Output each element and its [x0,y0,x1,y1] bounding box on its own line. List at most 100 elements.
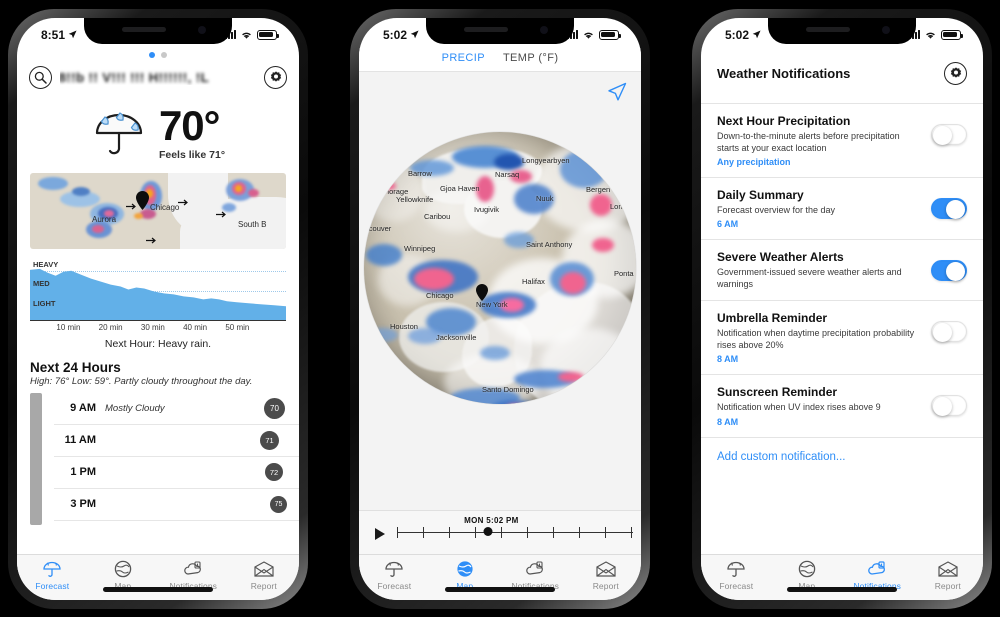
notch [768,17,916,44]
notification-meta[interactable]: Any precipitation [717,157,921,167]
city-label: Chicago [426,290,454,300]
feels-like-text: Feels like 71° [158,148,226,161]
notch [426,17,574,44]
wifi-icon [242,32,251,39]
tab-bar: Forecast Map Notifications Report [359,553,642,600]
time-scrubber[interactable]: MON 5:02 PM FRI SAT SUN MON TUE WED THU … [359,509,641,563]
cloud-alert-icon [866,559,888,579]
chart-band-label: MED [33,278,50,288]
next24-title: Next 24 Hours [30,359,121,375]
notification-row-severe-weather-alerts[interactable]: Severe Weather Alerts Government-issued … [701,238,983,300]
city-label: Ponta [614,268,634,278]
city-label: London [610,201,636,211]
notification-meta[interactable]: 8 AM [717,417,921,427]
gear-icon[interactable] [264,65,287,89]
page-dot-1[interactable] [149,51,155,58]
temperature-range-bar [30,392,42,525]
notification-description: Forecast overview for the day [717,204,836,215]
notification-row-umbrella-reminder[interactable]: Umbrella Reminder Notification when dayt… [701,300,983,374]
tab-forecast[interactable]: Forecast [359,559,430,591]
tab-temp[interactable]: TEMP (°F) [503,52,558,64]
speaker-icon [122,26,166,32]
speaker-icon [806,26,850,32]
list-item[interactable]: 1 PM 72 [54,457,299,489]
timeline-handle[interactable] [483,527,493,536]
tab-forecast[interactable]: Forecast [701,559,772,591]
city-label: Caribou [424,211,451,221]
list-item[interactable]: 9 AM Mostly Cloudy 70 [54,393,299,425]
notification-row-daily-summary[interactable]: Daily Summary Forecast overview for the … [701,176,983,239]
notification-title: Daily Summary [717,187,804,202]
hour-temp-badge: 72 [265,463,283,481]
city-label: Nuuk [536,193,554,203]
timeline-axis[interactable]: MON 5:02 PM FRI SAT SUN MON TUE WED THU … [397,516,641,563]
hour-condition: Mostly Cloudy [105,402,165,414]
map-layer-tabs: PRECIP TEMP (°F) [359,47,641,72]
notification-toggle[interactable] [931,123,967,145]
city-label: Bergen [586,184,611,194]
notification-toggle[interactable] [931,395,967,417]
tab-bar: Forecast Map Notifications Report [701,553,984,600]
notification-toggle[interactable] [931,197,967,219]
home-indicator [103,586,213,592]
tab-bar: Forecast Map Notifications Report [17,553,300,600]
tab-precip[interactable]: PRECIP [442,52,485,64]
notification-description: Notification when UV index rises above 9 [717,402,881,413]
tab-report[interactable]: Report [913,559,984,591]
notification-row-next-hour-precipitation[interactable]: Next Hour Precipitation Down-to-the-minu… [701,102,983,177]
hour-time: 3 PM [70,498,96,510]
notification-toggle[interactable] [931,321,967,343]
page-dot-2[interactable] [161,51,167,58]
status-time: 8:51 [41,27,66,42]
radar-minimap[interactable]: Chicago Aurora South B [30,172,286,249]
page-dots[interactable] [17,48,299,58]
gear-icon[interactable] [944,61,967,85]
city-label: Barrow [408,168,432,178]
tab-report[interactable]: Report [571,559,642,591]
tab-forecast[interactable]: Forecast [17,559,88,591]
globe-icon [112,559,134,579]
tab-label: Forecast [35,580,70,591]
tab-label: Report [250,580,277,591]
notch [84,17,232,44]
list-item[interactable]: 11 AM 71 [54,425,299,457]
city-label: Vancouver [364,223,392,233]
notification-meta[interactable]: 6 AM [717,219,921,229]
wifi-icon [584,32,593,39]
cloud-alert-icon [524,559,546,579]
hour-time: 9 AM [70,402,96,414]
globe-icon [454,559,476,579]
battery-icon [599,29,621,40]
city-label: Gjoa Haven [440,183,480,193]
city-label: Fortaleza [586,398,618,404]
search-icon[interactable] [29,65,52,89]
navigation-arrow-icon[interactable] [607,82,627,102]
cloud-alert-icon [182,559,204,579]
current-temperature: 70° [158,101,221,149]
page-title: Weather Notifications [717,65,851,81]
notification-row-sunscreen-reminder[interactable]: Sunscreen Reminder Notification when UV … [701,374,983,436]
city-label: Saint Anthony [526,239,573,249]
city-label: Yellowknife [396,194,434,204]
list-item[interactable]: 3 PM 75 [54,489,299,521]
add-custom-notification-link[interactable]: Add custom notification... [701,436,983,476]
front-camera-icon [882,25,890,34]
notification-meta[interactable]: 8 AM [717,354,921,364]
wifi-icon [926,32,935,39]
umbrella-icon [383,559,405,579]
location-name[interactable]: 8!!b !! V!!! !!! H!!!!!!, !L [60,69,256,85]
chart-band-label: HEAVY [33,259,59,269]
battery-icon [257,29,279,40]
globe-sphere[interactable]: Barrow Longyearbyen Narsaq Anchorage Gjo… [364,131,636,404]
notification-toggle[interactable] [931,259,967,281]
notification-title: Severe Weather Alerts [717,249,844,264]
tab-report[interactable]: Report [229,559,300,591]
location-pin [136,190,149,210]
globe-map[interactable]: Barrow Longyearbyen Narsaq Anchorage Gjo… [359,71,641,510]
next-hour-precip-chart: HEAVY MED LIGHT [30,259,286,321]
city-label: Winnipeg [404,243,436,253]
notifications-header: Weather Notifications [701,48,983,103]
play-icon[interactable] [375,527,385,540]
timeline-current-label: MON 5:02 PM [464,515,519,525]
screenshot-stage: 8:51 8!!b !! V!!! !!! H!!!!!!, !L 70° Fe… [0,0,1000,617]
